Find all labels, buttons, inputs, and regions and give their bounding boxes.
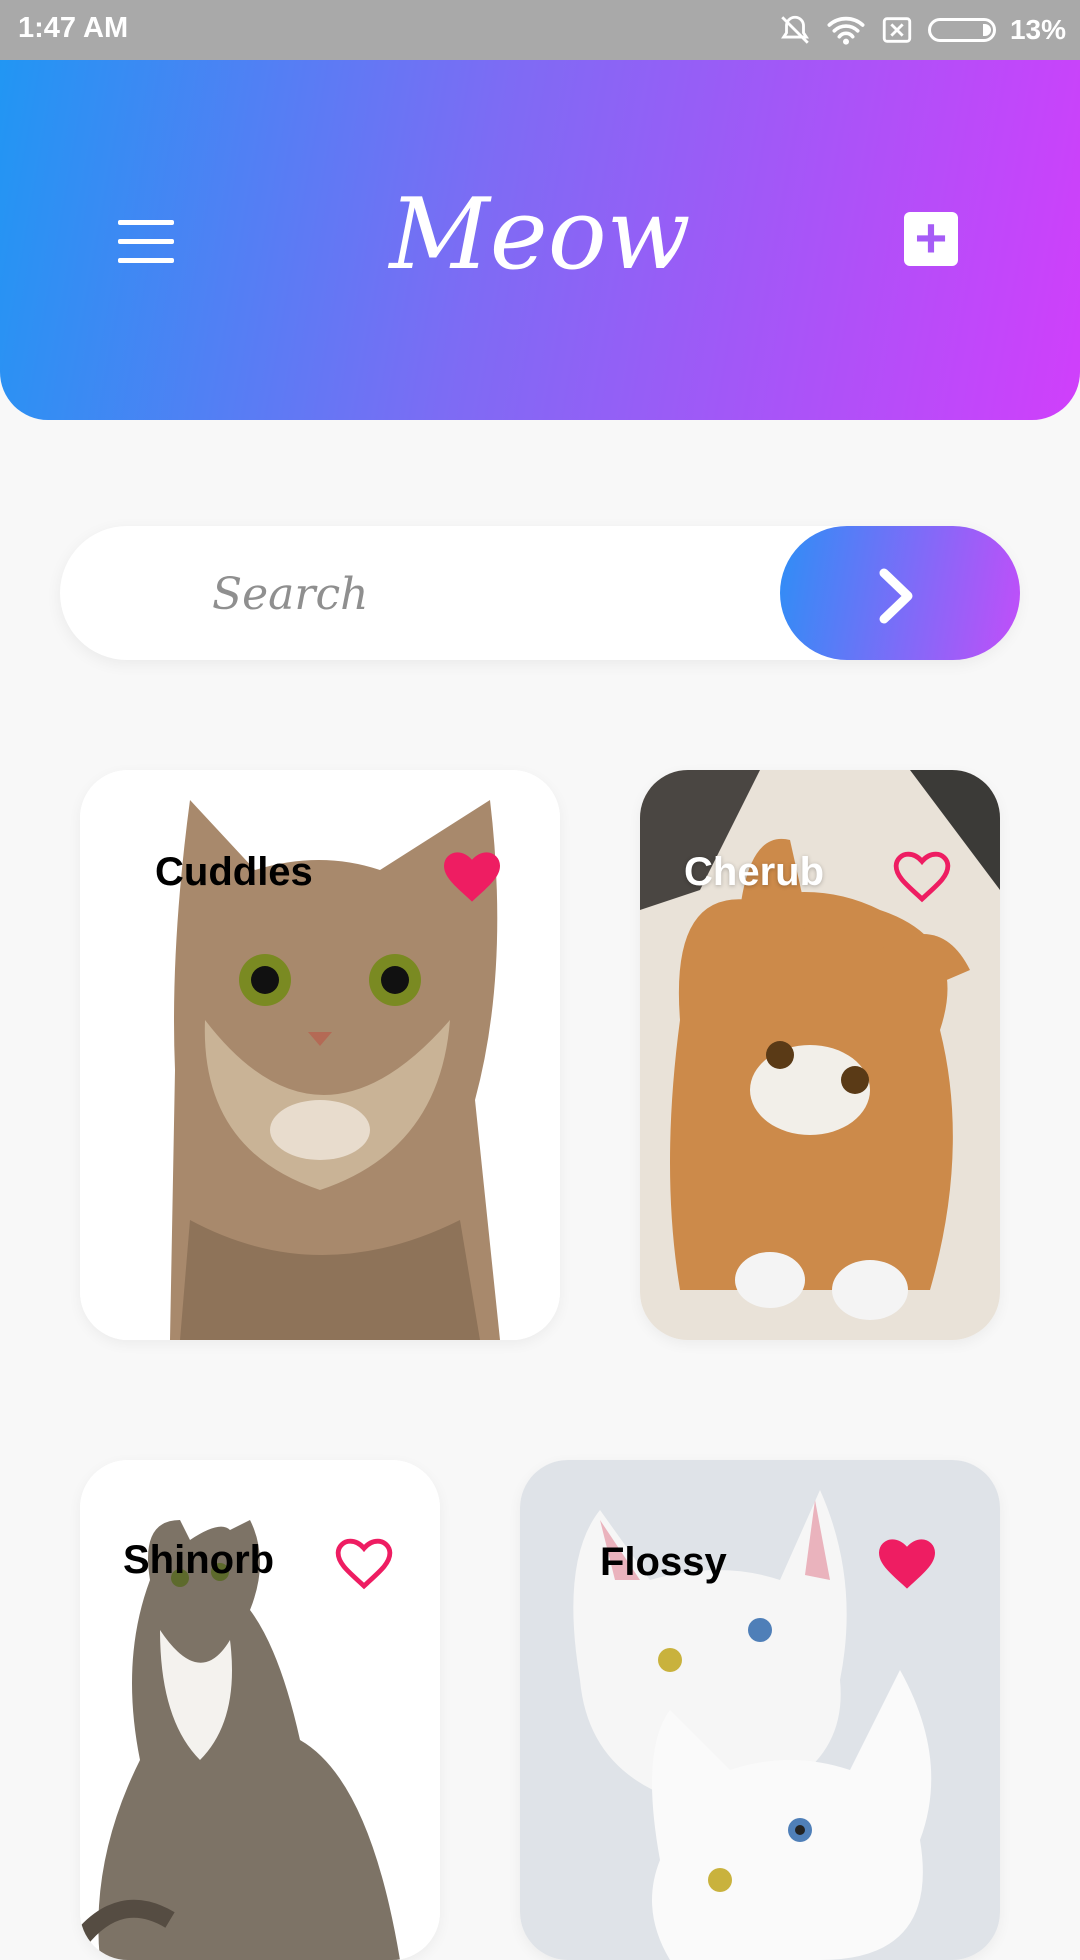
app-header: Meow + [0, 60, 1080, 420]
cat-name: Flossy [600, 1540, 727, 1584]
search-submit-button[interactable] [780, 526, 1020, 660]
cat-name: Cherub [684, 850, 824, 894]
status-icons: 13% [778, 10, 1066, 50]
chevron-right-icon [879, 568, 913, 624]
wifi-icon [827, 16, 865, 45]
heart-outline-icon[interactable] [332, 1532, 396, 1592]
cat-name: Shinorb [123, 1538, 275, 1582]
status-time: 1:47 AM [18, 12, 129, 44]
cat-card[interactable]: Cuddles [80, 770, 560, 1340]
plus-square-icon[interactable]: + [904, 210, 958, 266]
cat-card[interactable]: Shinorb [80, 1460, 440, 1960]
cat-card[interactable]: Cherub [640, 770, 1000, 1340]
bell-off-icon [780, 15, 809, 44]
heart-filled-icon[interactable] [875, 1532, 939, 1592]
status-bar: 1:47 AM 13% [0, 0, 1080, 60]
heart-filled-icon[interactable] [440, 845, 504, 905]
cat-card[interactable]: Flossy [520, 1460, 1000, 1960]
search-input[interactable] [210, 554, 814, 634]
no-sim-icon [882, 17, 912, 43]
battery-icon [927, 18, 996, 42]
battery-percent: 13% [1009, 14, 1066, 45]
heart-outline-icon[interactable] [890, 845, 954, 905]
cat-name: Cuddles [155, 850, 313, 894]
